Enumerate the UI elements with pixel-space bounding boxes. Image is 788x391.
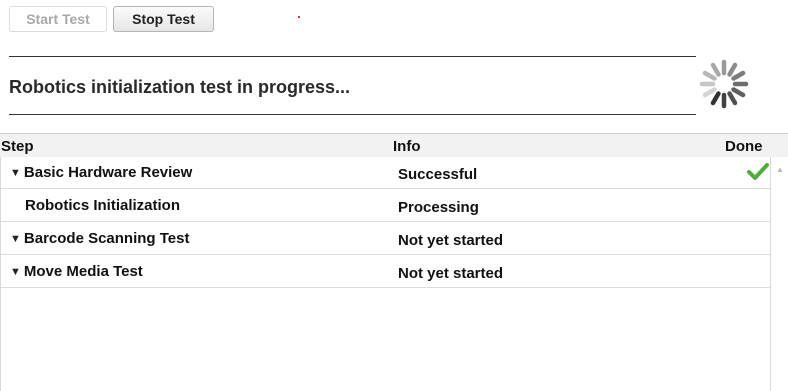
spinner-spoke [710,91,721,106]
divider-top [9,56,696,57]
test-steps-table: Step Info Done ▼ Basic Hardware Review Su… [0,133,788,391]
caret-down-icon[interactable]: ▼ [10,266,21,278]
stop-test-button[interactable]: Stop Test [113,6,214,32]
caret-down-icon[interactable]: ▼ [10,167,21,179]
table-scrollbar[interactable]: ▲ [771,157,788,391]
status-message: Robotics initialization test in progress… [9,77,351,97]
column-header-step[interactable]: Step [1,138,34,155]
start-test-button[interactable]: Start Test [9,6,107,32]
caret-down-icon[interactable]: ▼ [10,233,21,245]
step-label: Robotics Initialization [25,197,181,214]
spinner-spoke [702,70,717,81]
info-cell: Processing [398,199,479,216]
table-row[interactable]: ▼ Move Media Test Not yet started [1,256,770,288]
info-cell: Not yet started [398,232,504,249]
step-label: Move Media Test [23,263,143,280]
column-header-done[interactable]: Done [725,138,763,155]
table-body: ▼ Basic Hardware Review Successful Roboti… [0,157,771,391]
table-row[interactable]: Robotics Initialization Processing [1,190,770,222]
checkmark-icon [747,163,769,180]
step-label: Basic Hardware Review [23,164,193,181]
loading-spinner-icon [699,59,749,109]
scroll-up-arrow-icon[interactable]: ▲ [776,165,784,174]
spinner-spoke [710,62,721,77]
table-row[interactable]: ▼ Barcode Scanning Test Not yet started [1,223,770,255]
step-label: Barcode Scanning Test [23,230,190,247]
divider-bottom [9,114,696,115]
step-cell: ▼ Barcode Scanning Test [10,230,189,247]
spinner-spoke [702,87,717,98]
info-cell: Not yet started [398,265,504,282]
table-header: Step Info Done [0,133,788,157]
info-cell: Successful [398,166,478,183]
spinner-spoke [731,70,746,81]
step-cell: ▼ Move Media Test [10,263,143,280]
column-header-info[interactable]: Info [393,138,421,155]
spinner-spoke [731,87,746,98]
step-cell: Robotics Initialization [25,197,180,214]
marker-dot [298,16,300,18]
spinner-spoke [727,91,738,106]
spinner-spoke [727,62,738,77]
step-cell: ▼ Basic Hardware Review [10,164,192,181]
table-row[interactable]: ▼ Basic Hardware Review Successful [1,157,770,189]
